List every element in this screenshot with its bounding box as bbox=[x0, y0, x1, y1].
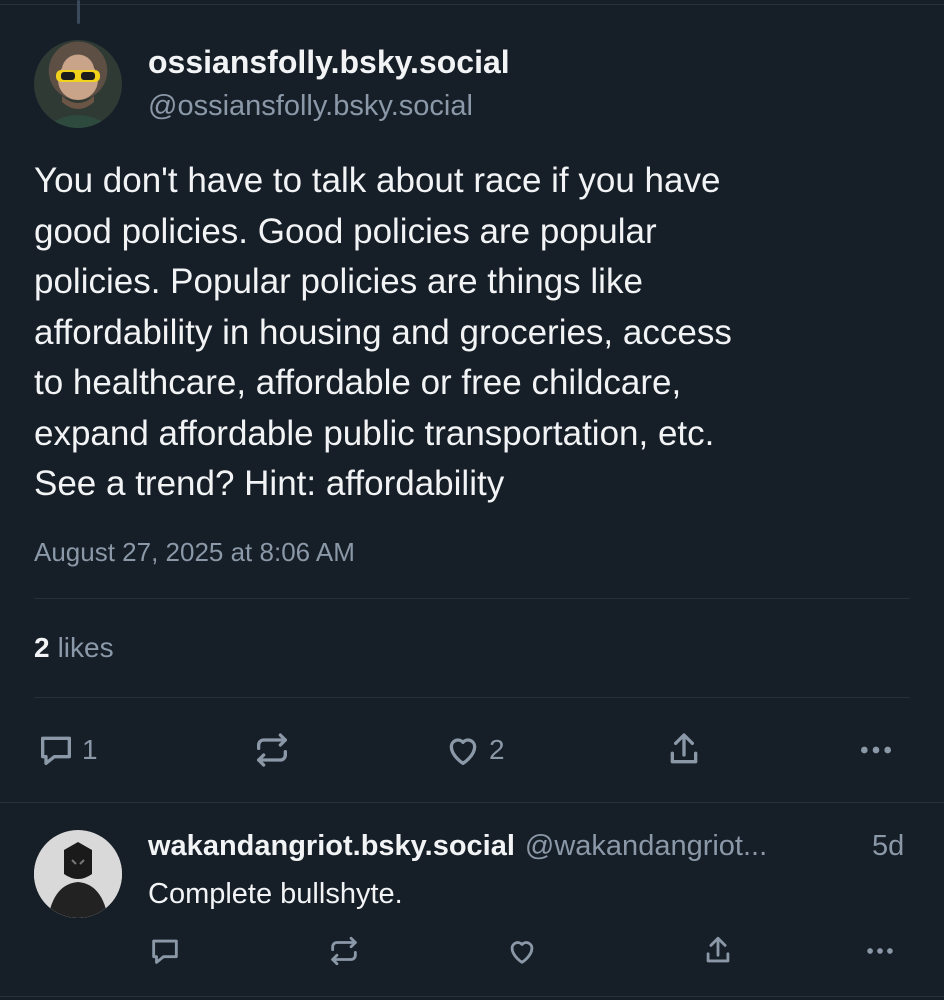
author-display-name[interactable]: ossiansfolly.bsky.social bbox=[148, 44, 510, 81]
post-text-line: to healthcare, affordable or free childc… bbox=[34, 363, 682, 402]
bottom-separator bbox=[0, 996, 944, 997]
reply-header: wakandangriot.bsky.social @wakandangriot.… bbox=[148, 830, 767, 863]
thread-connector-line bbox=[77, 0, 80, 24]
post-body: You don't have to talk about race if you… bbox=[34, 156, 914, 510]
comment-icon bbox=[148, 934, 182, 968]
share-icon bbox=[701, 934, 735, 968]
more-icon bbox=[862, 934, 898, 968]
post-text-line: expand affordable public transportation,… bbox=[34, 413, 715, 453]
reply-button[interactable]: 1 bbox=[36, 730, 98, 770]
reply-share-button[interactable] bbox=[701, 934, 735, 968]
likes-count: 2 bbox=[34, 632, 50, 663]
reply-display-name[interactable]: wakandangriot.bsky.social bbox=[148, 830, 515, 862]
reply-like-button[interactable] bbox=[505, 934, 539, 968]
likes-summary[interactable]: 2 likes bbox=[34, 632, 114, 664]
reply-more-options-button[interactable] bbox=[862, 934, 898, 968]
reply-repost-button[interactable] bbox=[327, 934, 361, 968]
top-divider bbox=[0, 4, 944, 5]
post-separator bbox=[0, 802, 944, 803]
heart-icon bbox=[443, 730, 483, 770]
reply-age[interactable]: 5d bbox=[872, 830, 904, 863]
post-thread: ossiansfolly.bsky.social @ossiansfolly.b… bbox=[0, 0, 944, 1000]
reply-body: Complete bullshyte. bbox=[148, 878, 403, 910]
author-avatar[interactable] bbox=[34, 40, 122, 128]
post-text-line: policies. Popular policies are things li… bbox=[34, 262, 643, 301]
repost-icon bbox=[327, 934, 361, 968]
repost-icon bbox=[252, 730, 292, 770]
divider bbox=[34, 697, 910, 698]
heart-icon bbox=[505, 934, 539, 968]
likes-label: likes bbox=[57, 632, 114, 663]
share-button[interactable] bbox=[664, 730, 704, 770]
like-count: 2 bbox=[489, 734, 505, 765]
share-icon bbox=[664, 730, 704, 770]
reply-handle[interactable]: @wakandangriot... bbox=[525, 830, 767, 862]
reply-reply-button[interactable] bbox=[148, 934, 182, 968]
post-text-line: You don't have to talk about race if you… bbox=[34, 161, 721, 200]
divider bbox=[34, 598, 910, 599]
post-text-line: See a trend? Hint: affordability bbox=[34, 464, 505, 503]
repost-button[interactable] bbox=[252, 730, 292, 770]
author-handle[interactable]: @ossiansfolly.bsky.social bbox=[148, 90, 473, 123]
comment-icon bbox=[36, 730, 76, 770]
more-options-button[interactable] bbox=[856, 730, 896, 770]
like-button[interactable]: 2 bbox=[443, 730, 505, 770]
more-icon bbox=[856, 730, 896, 770]
reply-author-avatar[interactable] bbox=[34, 830, 122, 918]
post-timestamp[interactable]: August 27, 2025 at 8:06 AM bbox=[34, 537, 355, 568]
post-text-line: affordability in housing and groceries, … bbox=[34, 312, 732, 352]
post-text-line: good policies. Good policies are popular bbox=[34, 211, 657, 251]
reply-count: 1 bbox=[82, 734, 98, 765]
